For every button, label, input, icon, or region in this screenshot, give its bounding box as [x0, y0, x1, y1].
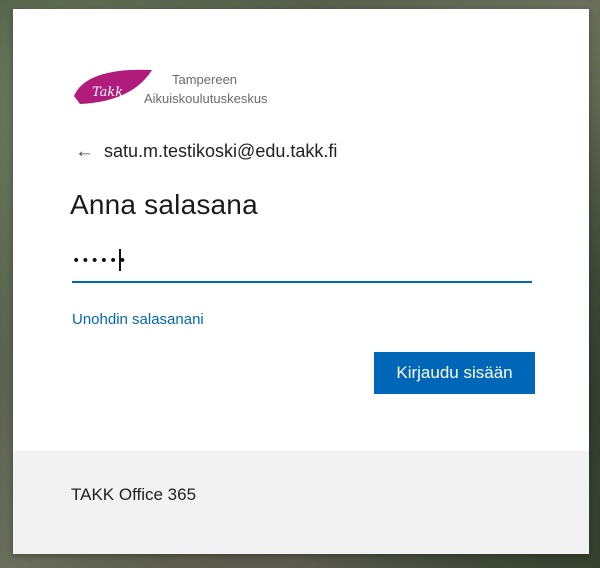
identity-banner: ← satu.m.testikoski@edu.takk.fi	[75, 141, 337, 162]
page-title: Anna salasana	[70, 189, 258, 220]
forgot-password-link[interactable]: Unohdin salasanani	[72, 311, 204, 328]
identity-email: satu.m.testikoski@edu.takk.fi	[104, 141, 338, 161]
text-caret	[119, 249, 121, 271]
sign-in-card: Takk Tampereen Aikuiskoulutuskeskus ← sa…	[13, 9, 589, 554]
org-name-line1: Tampereen	[172, 72, 238, 87]
takk-logo: Takk Tampereen Aikuiskoulutuskeskus	[72, 66, 282, 106]
sign-in-button[interactable]: Kirjaudu sisään	[374, 352, 535, 394]
logo-mark-text: Takk	[92, 85, 123, 100]
password-input[interactable]	[72, 241, 532, 283]
arrow-left-icon[interactable]: ←	[75, 142, 94, 161]
footer-text: TAKK Office 365	[71, 485, 197, 504]
footer: TAKK Office 365	[13, 451, 589, 554]
org-name-line2: Aikuiskoulutuskeskus	[144, 91, 268, 106]
